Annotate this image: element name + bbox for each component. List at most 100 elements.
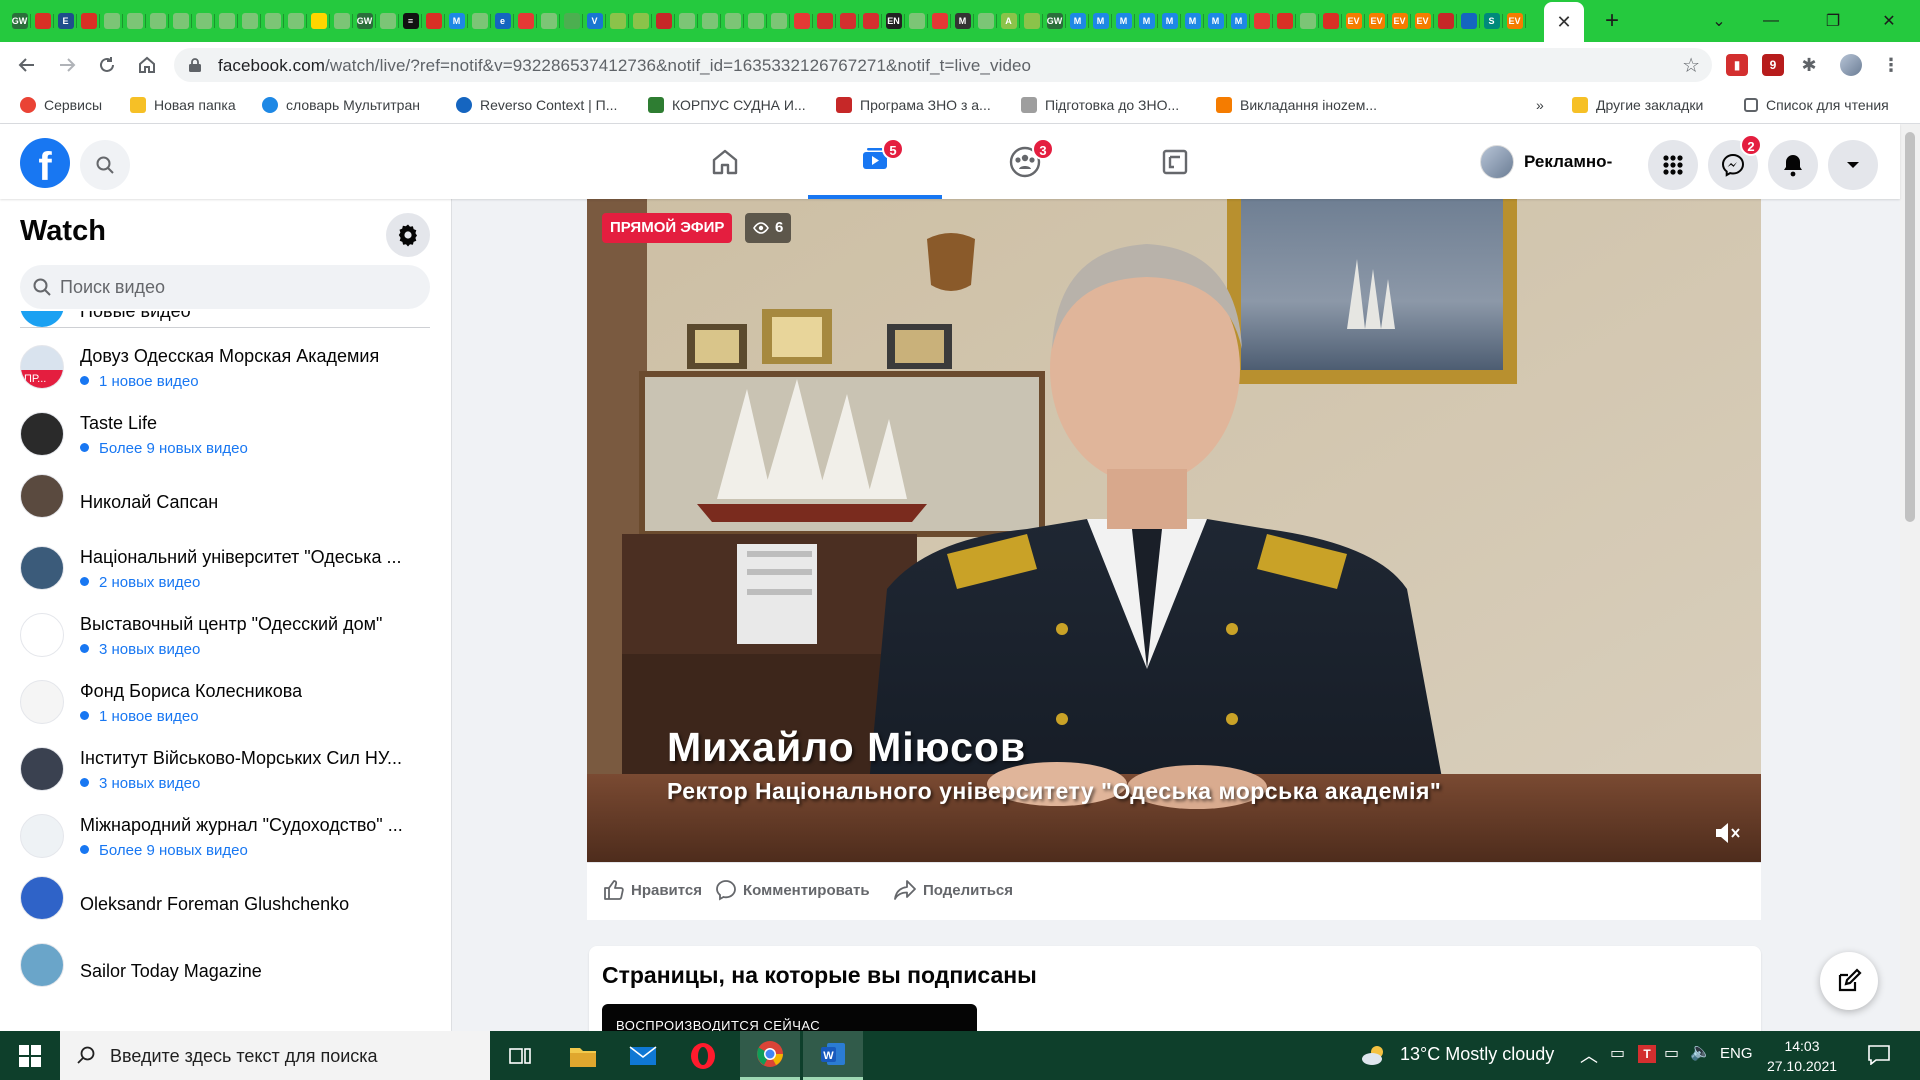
- browser-tab[interactable]: [698, 7, 721, 35]
- browser-tab[interactable]: [767, 7, 790, 35]
- profile-shortcut[interactable]: Рекламно-: [1480, 142, 1612, 182]
- browser-tab[interactable]: A: [997, 7, 1020, 35]
- restore-button[interactable]: ❐: [1802, 0, 1864, 42]
- browser-tab[interactable]: [859, 7, 882, 35]
- tab-gaming[interactable]: [1108, 124, 1242, 199]
- tray-red-app-icon[interactable]: T: [1638, 1045, 1656, 1063]
- browser-tab[interactable]: M: [1112, 7, 1135, 35]
- facebook-search-button[interactable]: [80, 140, 130, 190]
- browser-tab[interactable]: EV: [1365, 7, 1388, 35]
- cloud-weather-icon[interactable]: [1360, 1044, 1388, 1066]
- language-indicator[interactable]: ENG: [1720, 1045, 1753, 1062]
- bookmark-item[interactable]: Підготовка до ЗНО...: [1021, 97, 1179, 113]
- sidebar-page-item[interactable]: Выставочный центр "Одесский дом" 3 новых …: [20, 608, 440, 670]
- comment-button[interactable]: Комментировать: [715, 879, 870, 901]
- browser-tab[interactable]: [238, 7, 261, 35]
- browser-tab[interactable]: [100, 7, 123, 35]
- sidebar-page-item[interactable]: Міжнародний журнал "Судоходство" ... Боле…: [20, 809, 440, 871]
- clock[interactable]: 14:03 27.10.2021: [1762, 1036, 1842, 1076]
- close-tab-icon[interactable]: ✕: [1556, 12, 1571, 33]
- browser-tab[interactable]: [514, 7, 537, 35]
- browser-tab[interactable]: [77, 7, 100, 35]
- start-button[interactable]: [0, 1031, 60, 1080]
- browser-tab[interactable]: S: [1480, 7, 1503, 35]
- notifications-button[interactable]: [1768, 140, 1818, 190]
- browser-tab[interactable]: M: [951, 7, 974, 35]
- minimize-button[interactable]: —: [1740, 0, 1802, 42]
- back-button[interactable]: [12, 50, 42, 80]
- browser-tab[interactable]: EV: [1503, 7, 1526, 35]
- live-video-player[interactable]: ПРЯМОЙ ЭФИР 6 Михайло Міюсов Ректор Наці…: [587, 199, 1761, 862]
- bookmark-item[interactable]: Програма ЗНО з а...: [836, 97, 991, 113]
- browser-tab[interactable]: [560, 7, 583, 35]
- bookmark-item[interactable]: словарь Мультитран: [262, 97, 420, 113]
- browser-tab[interactable]: GW: [353, 7, 376, 35]
- word-button[interactable]: W: [803, 1031, 863, 1080]
- bookmark-item[interactable]: КОРПУС СУДНА И...: [648, 97, 806, 113]
- sidebar-item-new-videos[interactable]: Новые видео: [20, 311, 440, 327]
- browser-tab[interactable]: M: [1158, 7, 1181, 35]
- share-button[interactable]: Поделиться: [893, 879, 1013, 901]
- browser-tab[interactable]: ≡: [399, 7, 422, 35]
- close-window-button[interactable]: ✕: [1858, 0, 1920, 42]
- browser-tab[interactable]: GW: [1043, 7, 1066, 35]
- video-search-input[interactable]: Поиск видео: [20, 265, 430, 309]
- browser-tab[interactable]: [261, 7, 284, 35]
- network-icon[interactable]: ▭: [1664, 1043, 1679, 1063]
- bookmark-item[interactable]: Викладання іноzем...: [1216, 97, 1377, 113]
- browser-tab[interactable]: [675, 7, 698, 35]
- browser-tab[interactable]: [790, 7, 813, 35]
- bookmark-item[interactable]: Новая папка: [130, 97, 236, 113]
- browser-tab[interactable]: EV: [1411, 7, 1434, 35]
- taskbar-search-input[interactable]: Введите здесь текст для поиска: [60, 1031, 490, 1080]
- browser-tab[interactable]: [905, 7, 928, 35]
- chrome-button[interactable]: [740, 1031, 800, 1080]
- extension-shield-icon[interactable]: 9: [1762, 54, 1784, 76]
- browser-tab[interactable]: [1020, 7, 1043, 35]
- browser-tab[interactable]: M: [1066, 7, 1089, 35]
- forward-button[interactable]: [52, 50, 82, 80]
- browser-tab[interactable]: M: [445, 7, 468, 35]
- more-menu-icon[interactable]: ⋮: [1880, 54, 1902, 76]
- bookmarks-overflow[interactable]: »: [1536, 97, 1544, 113]
- browser-tab[interactable]: [974, 7, 997, 35]
- new-message-button[interactable]: [1820, 952, 1878, 1010]
- task-view-button[interactable]: [490, 1031, 550, 1080]
- browser-tab[interactable]: [1273, 7, 1296, 35]
- home-button[interactable]: [132, 50, 162, 80]
- notification-center-icon[interactable]: [1868, 1045, 1890, 1065]
- browser-tab[interactable]: [468, 7, 491, 35]
- browser-tab[interactable]: [721, 7, 744, 35]
- browser-tab[interactable]: [146, 7, 169, 35]
- browser-tab[interactable]: [1434, 7, 1457, 35]
- browser-tab[interactable]: EV: [1342, 7, 1365, 35]
- browser-tab[interactable]: M: [1181, 7, 1204, 35]
- browser-tab[interactable]: [629, 7, 652, 35]
- watch-settings-button[interactable]: [386, 213, 430, 257]
- opera-button[interactable]: [673, 1031, 733, 1080]
- browser-tab[interactable]: [169, 7, 192, 35]
- weather-text[interactable]: 13°C Mostly cloudy: [1400, 1044, 1554, 1065]
- browser-tab[interactable]: [376, 7, 399, 35]
- browser-tab[interactable]: [330, 7, 353, 35]
- sidebar-page-item[interactable]: Sailor Today Magazine: [20, 943, 440, 1005]
- browser-tab[interactable]: M: [1227, 7, 1250, 35]
- browser-tab[interactable]: [744, 7, 767, 35]
- browser-tab[interactable]: V: [583, 7, 606, 35]
- sidebar-page-item[interactable]: Фонд Бориса Колесникова 1 новое видео: [20, 675, 440, 737]
- active-tab[interactable]: ✕: [1544, 2, 1584, 42]
- volume-icon[interactable]: 🔈: [1690, 1042, 1711, 1062]
- sidebar-page-item[interactable]: Oleksandr Foreman Glushchenko: [20, 876, 440, 938]
- browser-tab[interactable]: M: [1089, 7, 1112, 35]
- browser-tab[interactable]: [537, 7, 560, 35]
- browser-tab[interactable]: [836, 7, 859, 35]
- browser-tab[interactable]: [215, 7, 238, 35]
- puzzle-icon[interactable]: ✱: [1798, 54, 1820, 76]
- browser-tab[interactable]: [813, 7, 836, 35]
- bookmark-item[interactable]: Сервисы: [20, 97, 102, 113]
- browser-tab[interactable]: [1250, 7, 1273, 35]
- browser-tab[interactable]: M: [1135, 7, 1158, 35]
- browser-tab[interactable]: [284, 7, 307, 35]
- muted-speaker-icon[interactable]: [1713, 819, 1741, 847]
- browser-tab[interactable]: EV: [1388, 7, 1411, 35]
